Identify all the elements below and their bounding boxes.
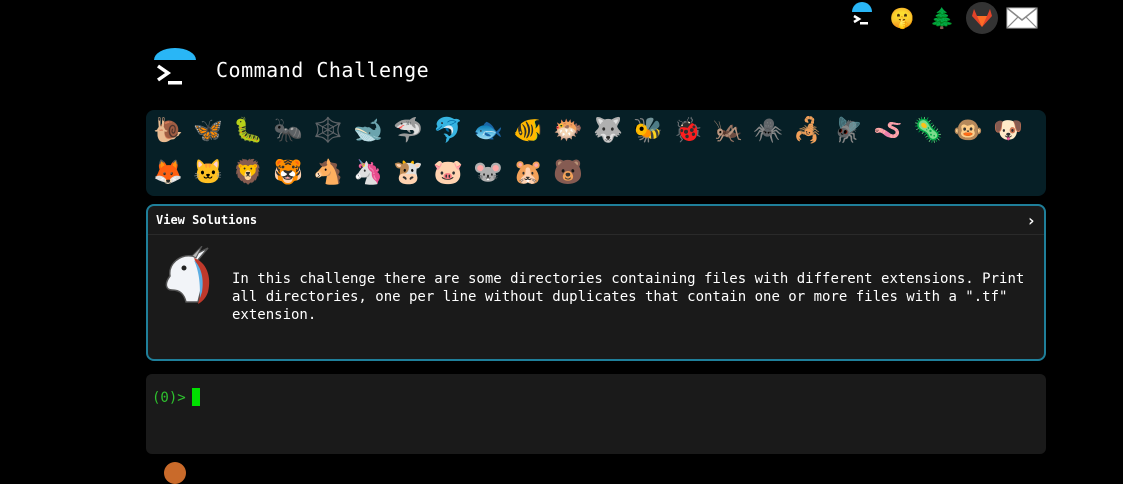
chevron-right-icon[interactable]: › [1026, 211, 1036, 230]
challenge-animal-icon[interactable]: 🐮 [392, 156, 424, 188]
challenge-animal-icon[interactable]: 🦄 [352, 156, 384, 188]
challenge-animal-icon[interactable]: 🐌 [152, 114, 184, 146]
shush-face-icon[interactable]: 🤫 [886, 2, 918, 34]
terminal[interactable]: (0)> [146, 374, 1046, 454]
challenge-animal-icon[interactable]: 🦋 [192, 114, 224, 146]
challenge-animal-icon[interactable]: 🐺 [592, 114, 624, 146]
challenge-animal-icon[interactable]: 🦊 [152, 156, 184, 188]
terminal-cursor[interactable] [192, 388, 200, 406]
solution-panel: View Solutions › In this challenge there… [146, 204, 1046, 361]
top-icons: 🤫 🌲 [846, 2, 1038, 34]
challenge-animal-icon[interactable]: 🐋 [352, 114, 384, 146]
challenge-animal-icon[interactable]: 🐯 [272, 156, 304, 188]
challenge-animal-icon[interactable]: 🐷 [432, 156, 464, 188]
challenge-animal-icon[interactable]: 🐠 [512, 114, 544, 146]
challenge-animal-icon[interactable]: 🪱 [872, 114, 904, 146]
challenge-animal-icon[interactable]: 🐟 [472, 114, 504, 146]
gitlab-icon[interactable] [966, 2, 998, 34]
challenge-animal-icon[interactable]: 🐹 [512, 156, 544, 188]
unicorn-icon [158, 245, 220, 308]
challenge-animal-icon[interactable]: 🐡 [552, 114, 584, 146]
header: Command Challenge [154, 48, 429, 92]
mail-icon[interactable] [1006, 2, 1038, 34]
challenge-animal-icon[interactable]: 🐵 [952, 114, 984, 146]
challenge-animal-icon[interactable]: 🐛 [232, 114, 264, 146]
challenge-animal-grid: 🐌 🦋 🐛 🐜 🕸️ 🐋 🦈 🐬 🐟 🐠 🐡 🐺 🐝 🐞 🦗 🕷️ 🦂 🪰 🪱 🦠 🐵 🐶 🦊 🐱 🦁 🐯 🐴 🦄 🐮 🐷 🐭 🐹 🐻 [146, 110, 1046, 196]
page-title: Command Challenge [216, 58, 430, 82]
challenge-animal-icon[interactable]: 🐭 [472, 156, 504, 188]
tree-icon[interactable]: 🌲 [926, 2, 958, 34]
challenge-animal-icon[interactable]: 🐱 [192, 156, 224, 188]
challenge-animal-icon[interactable]: 🦈 [392, 114, 424, 146]
challenge-animal-icon[interactable]: 🐝 [632, 114, 664, 146]
challenge-animal-icon[interactable]: 🦠 [912, 114, 944, 146]
challenge-animal-icon[interactable]: 🐻 [552, 156, 584, 188]
challenge-animal-icon[interactable]: 🦗 [712, 114, 744, 146]
challenge-animal-icon[interactable]: 🪰 [832, 114, 864, 146]
challenge-animal-icon[interactable]: 🐞 [672, 114, 704, 146]
challenge-description: In this challenge there are some directo… [232, 271, 1025, 323]
challenge-animal-icon[interactable]: 🦂 [792, 114, 824, 146]
logo-icon [154, 48, 198, 92]
challenge-animal-icon[interactable]: 🦁 [232, 156, 264, 188]
footer-icon [164, 462, 186, 484]
view-solutions-toggle[interactable]: View Solutions › [148, 206, 1044, 235]
terminal-icon[interactable] [846, 2, 878, 34]
challenge-animal-icon[interactable]: 🐬 [432, 114, 464, 146]
challenge-animal-icon[interactable]: 🕷️ [752, 114, 784, 146]
challenge-animal-icon[interactable]: 🐜 [272, 114, 304, 146]
challenge-animal-icon[interactable]: 🕸️ [312, 114, 344, 146]
challenge-animal-icon[interactable]: 🐴 [312, 156, 344, 188]
challenge-animal-icon[interactable]: 🐶 [992, 114, 1024, 146]
view-solutions-label: View Solutions [156, 213, 258, 227]
terminal-prompt: (0)> [152, 390, 186, 406]
